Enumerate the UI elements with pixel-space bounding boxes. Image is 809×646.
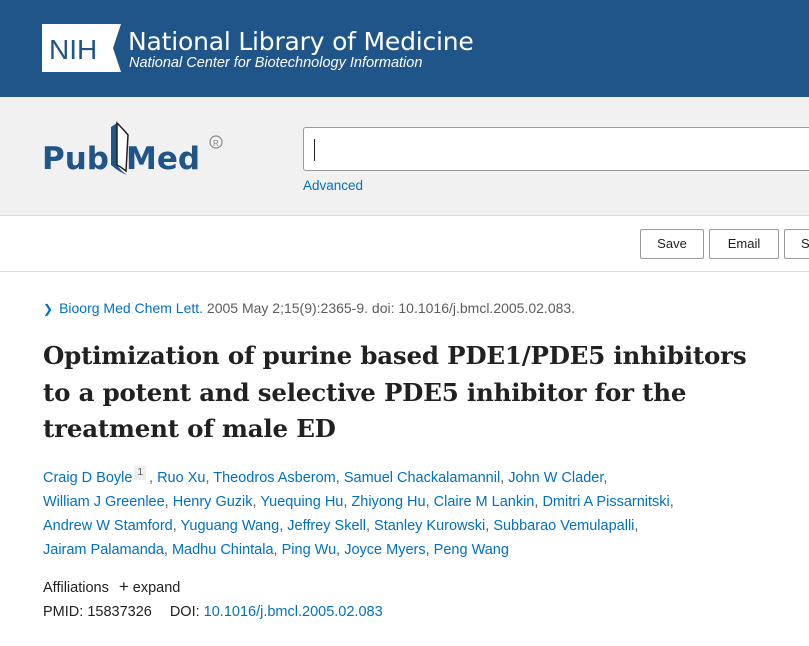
author-link[interactable]: Theodros Asberom [213,470,336,486]
expand-affiliations-button[interactable]: + expand [118,577,181,596]
author-link[interactable]: Andrew W Stamford [43,518,173,534]
svg-text:Pub: Pub [42,141,109,177]
author-separator: , [365,518,375,534]
author-link[interactable]: Craig D Boyle [43,470,132,486]
author-link[interactable]: Jeffrey Skell [287,518,366,534]
author-line: Craig D Boyle 1, Ruo Xu, Theodros Asberom… [43,466,773,490]
author-separator: , [336,542,345,558]
expand-label: expand [132,580,181,596]
author-separator: , [603,470,608,486]
author-separator: , [335,470,344,486]
doi-link[interactable]: 10.1016/j.bmcl.2005.02.083 [204,604,383,620]
author-link[interactable]: Madhu Chintala [172,542,274,558]
nih-logo[interactable]: NIH [42,24,121,72]
svg-text:R: R [213,139,219,148]
ncbi-subtitle[interactable]: National Center for Biotechnology Inform… [129,55,422,71]
author-link[interactable]: Peng Wang [434,542,509,558]
article-identifiers: PMID: 15837326 DOI: 10.1016/j.bmcl.2005.0… [43,604,383,620]
author-link[interactable]: John W Clader [508,470,603,486]
author-link[interactable]: Yuequing Hu [260,494,343,510]
author-link[interactable]: William J Greenlee [43,494,165,510]
author-separator: , [634,518,639,534]
author-separator: , [164,494,173,510]
author-separator: , [669,494,674,510]
affiliations: Affiliations + expand [43,577,180,597]
author-link[interactable]: Claire M Lankin [434,494,535,510]
citation-detail: 2005 May 2;15(9):2365-9. doi: 10.1016/j.… [203,300,576,316]
nih-logo-text: NIH [49,34,97,65]
author-line: Jairam Palamanda, Madhu Chintala, Ping W… [43,538,773,562]
nlm-title[interactable]: National Library of Medicine [128,27,474,56]
nih-header: NIH National Library of Medicine Nationa… [0,0,809,97]
author-line: William J Greenlee, Henry Guzik, Yuequin… [43,490,773,514]
author-separator: , [149,470,158,486]
text-cursor [314,139,315,161]
author-link[interactable]: Ping Wu [282,542,337,558]
email-button[interactable]: Email [709,229,779,259]
author-separator: , [425,494,434,510]
author-link[interactable]: Zhiyong Hu [351,494,425,510]
author-list: Craig D Boyle 1, Ruo Xu, Theodros Asberom… [43,466,773,562]
article-title: Optimization of purine based PDE1/PDE5 i… [43,341,747,443]
author-link[interactable]: Joyce Myers [344,542,425,558]
author-link[interactable]: Samuel Chackalamannil [344,470,500,486]
author-link[interactable]: Subbarao Vemulapalli [493,518,634,534]
pmid-label: PMID: [43,604,88,620]
search-input[interactable] [303,127,809,171]
author-separator: , [172,518,181,534]
chevron-right-icon[interactable]: ❯ [43,302,53,316]
journal-link[interactable]: Bioorg Med Chem Lett. [59,300,203,316]
doi-label: DOI: [169,604,204,620]
save-button[interactable]: Save [640,229,704,259]
author-link[interactable]: Yuguang Wang [181,518,280,534]
plus-icon: + [118,577,129,596]
author-link[interactable]: Ruo Xu [157,470,205,486]
advanced-search-link[interactable]: Advanced [303,178,363,193]
pmid-value: 15837326 [87,604,152,620]
author-separator: , [273,542,282,558]
author-link[interactable]: Dmitri A Pissarnitski [542,494,669,510]
author-link[interactable]: Jairam Palamanda [43,542,164,558]
affiliations-label: Affiliations [43,580,109,596]
author-separator: , [425,542,434,558]
svg-text:Med: Med [126,141,200,177]
author-link[interactable]: Stanley Kurowski [374,518,485,534]
author-separator: , [163,542,172,558]
pubmed-logo[interactable]: Pub Med R [40,121,230,187]
article-citation: ❯ Bioorg Med Chem Lett. 2005 May 2;15(9):… [43,300,575,316]
affiliation-ref-badge[interactable]: 1 [134,466,147,480]
author-line: Andrew W Stamford, Yuguang Wang, Jeffrey… [43,514,773,538]
author-link[interactable]: Henry Guzik [173,494,253,510]
send-to-button[interactable]: S [784,229,809,259]
